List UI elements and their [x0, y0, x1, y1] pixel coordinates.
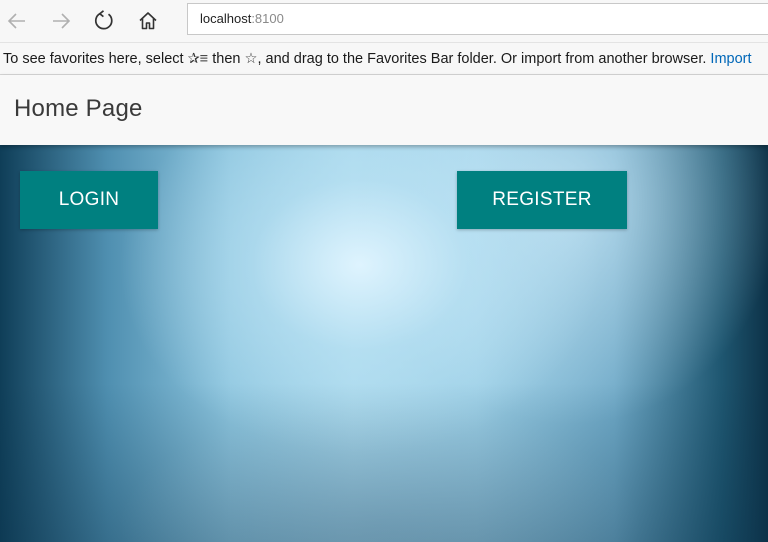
star-icon: ☆	[244, 51, 258, 67]
favorites-bar: To see favorites here, select ✰≡ then ☆,…	[0, 42, 768, 75]
browser-toolbar: localhost:8100	[0, 0, 768, 42]
page-title: Home Page	[14, 95, 143, 122]
favorites-hint-text: To see favorites here, select	[3, 51, 188, 67]
home-icon[interactable]	[133, 6, 163, 36]
favorites-hub-icon: ✰≡	[187, 51, 209, 67]
content-area: LOGIN REGISTER	[0, 145, 768, 542]
favorites-hint-after: , and drag to the Favorites Bar folder. …	[257, 51, 711, 67]
address-port: :8100	[251, 11, 284, 26]
address-host: localhost	[200, 11, 252, 26]
register-button[interactable]: REGISTER	[457, 171, 627, 229]
import-link[interactable]: Import	[710, 51, 751, 67]
app-header: Home Page	[0, 75, 768, 145]
login-button[interactable]: LOGIN	[20, 171, 158, 229]
forward-arrow-icon[interactable]	[46, 6, 76, 36]
address-bar[interactable]: localhost:8100	[187, 3, 768, 35]
back-arrow-icon[interactable]	[2, 6, 32, 36]
favorites-hint-middle: then	[208, 51, 245, 67]
refresh-icon[interactable]	[89, 6, 119, 36]
